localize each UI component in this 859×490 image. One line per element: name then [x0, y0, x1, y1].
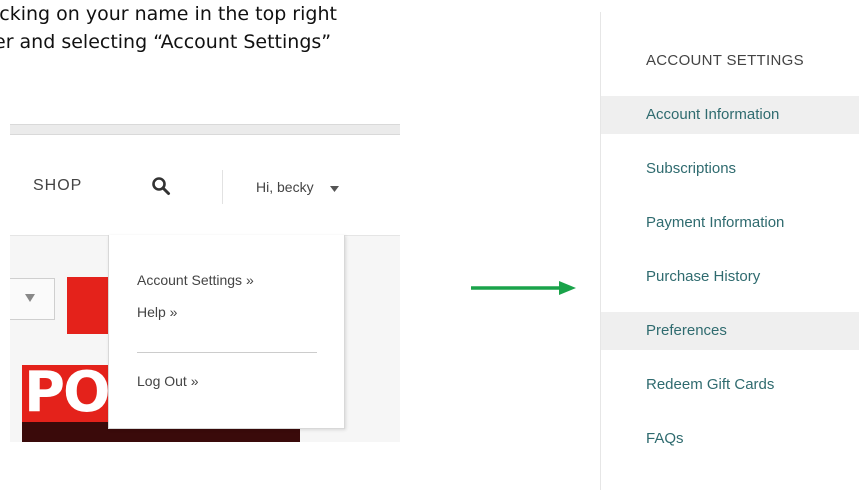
- menu-divider: [137, 352, 317, 353]
- sidebar-item-label: Purchase History: [646, 268, 761, 285]
- nav-separator: [222, 170, 223, 204]
- dropdown-select[interactable]: [10, 278, 55, 320]
- sidebar-item-label: Account Information: [646, 106, 780, 123]
- account-settings-panel: ACCOUNT SETTINGS Account Information Subs…: [600, 0, 859, 490]
- sidebar-item-label: Preferences: [646, 322, 727, 339]
- sidebar-item-label: Subscriptions: [646, 160, 737, 177]
- sidebar-item-preferences[interactable]: Preferences: [601, 312, 859, 350]
- panel-border: [600, 12, 601, 490]
- sidebar-item-account-information[interactable]: Account Information: [601, 96, 859, 134]
- chevron-down-icon[interactable]: [330, 186, 339, 192]
- sidebar-item-label: FAQs: [646, 430, 684, 447]
- top-bar: [10, 124, 400, 135]
- sidebar-item-label: Redeem Gift Cards: [646, 376, 775, 393]
- sidebar-item-label: Payment Information: [646, 214, 785, 231]
- user-dropdown-menu: Account Settings » Help » Log Out »: [108, 235, 345, 429]
- sidebar-item-faqs[interactable]: FAQs: [601, 420, 859, 458]
- sidebar-item-purchase-history[interactable]: Purchase History: [601, 258, 859, 296]
- site-screenshot: SHOP Hi, becky POPULAR Account Settings …: [10, 120, 400, 442]
- arrow-right-icon: [471, 281, 576, 295]
- user-greeting-link[interactable]: Hi, becky: [256, 179, 314, 195]
- search-icon[interactable]: [151, 176, 171, 196]
- menu-item-help[interactable]: Help »: [137, 304, 177, 320]
- instruction-line-2: er and selecting “Account Settings”: [0, 31, 332, 53]
- panel-header: ACCOUNT SETTINGS: [646, 52, 804, 69]
- sidebar-item-redeem-gift-cards[interactable]: Redeem Gift Cards: [601, 366, 859, 404]
- menu-item-account-settings[interactable]: Account Settings »: [137, 272, 254, 288]
- menu-item-log-out[interactable]: Log Out »: [137, 373, 199, 389]
- sidebar-item-subscriptions[interactable]: Subscriptions: [601, 150, 859, 188]
- instruction-line-1: icking on your name in the top right: [0, 3, 337, 25]
- nav-shop-link[interactable]: SHOP: [33, 177, 82, 195]
- dropdown-arrow-icon: [25, 294, 35, 302]
- sidebar-item-payment-information[interactable]: Payment Information: [601, 204, 859, 242]
